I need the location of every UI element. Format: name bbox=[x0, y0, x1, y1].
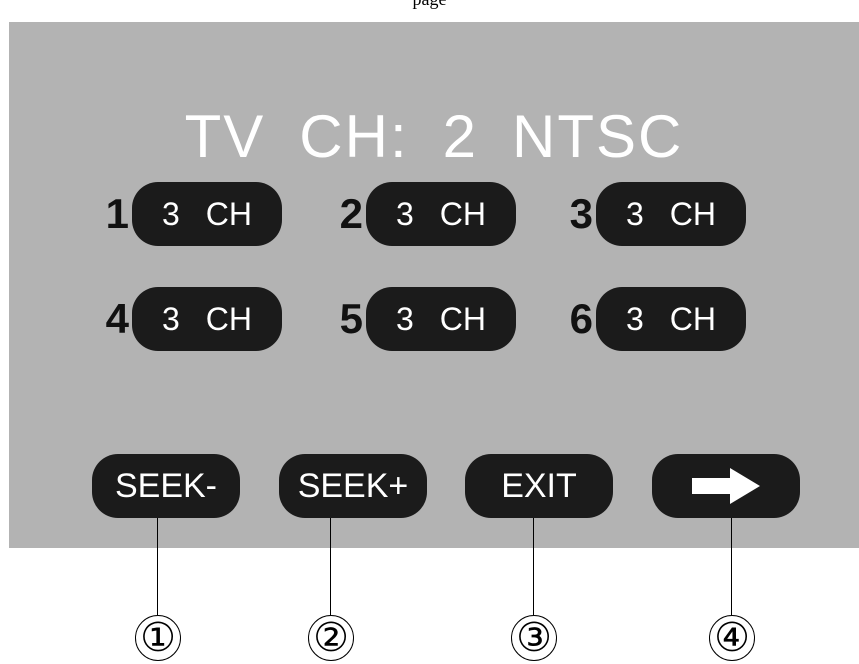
preset-number: 4 bbox=[105, 295, 129, 342]
callout-2: ② bbox=[308, 615, 354, 661]
preset-unit: CH bbox=[669, 300, 716, 337]
tv-screen: TV CH: 2 NTSC 1 3 CH 2 3 CH 3 3 CH 4 3 C… bbox=[9, 22, 859, 548]
preset-unit: CH bbox=[669, 195, 716, 232]
preset-button[interactable]: 3 CH bbox=[366, 287, 516, 351]
exit-button[interactable]: EXIT bbox=[465, 454, 613, 518]
preset-value: 3 bbox=[395, 300, 414, 337]
callout-number: ④ bbox=[714, 615, 750, 660]
preset-4[interactable]: 4 3 CH bbox=[101, 287, 282, 351]
preset-button[interactable]: 3 CH bbox=[132, 287, 282, 351]
preset-unit: CH bbox=[205, 195, 252, 232]
preset-button[interactable]: 3 CH bbox=[596, 182, 746, 246]
title-mode: TV bbox=[184, 103, 266, 170]
preset-button[interactable]: 3 CH bbox=[596, 287, 746, 351]
preset-1[interactable]: 1 3 CH bbox=[101, 182, 282, 246]
preset-value: 3 bbox=[161, 300, 180, 337]
title-standard: NTSC bbox=[512, 103, 684, 170]
channel-title: TV CH: 2 NTSC bbox=[9, 102, 859, 171]
preset-number: 6 bbox=[569, 295, 593, 342]
next-button[interactable] bbox=[652, 454, 800, 518]
callout-line-3 bbox=[533, 518, 534, 615]
preset-value: 3 bbox=[625, 300, 644, 337]
preset-3[interactable]: 3 3 CH bbox=[565, 182, 746, 246]
callout-number: ③ bbox=[516, 615, 552, 660]
seek-plus-button[interactable]: SEEK+ bbox=[279, 454, 427, 518]
callout-line-1 bbox=[157, 518, 158, 615]
callout-number: ① bbox=[140, 615, 176, 660]
callout-line-4 bbox=[731, 518, 732, 615]
callout-1: ① bbox=[135, 615, 181, 661]
callout-line-2 bbox=[330, 518, 331, 615]
preset-number: 3 bbox=[569, 190, 593, 237]
callout-number: ② bbox=[313, 615, 349, 660]
title-ch-label: CH: bbox=[299, 103, 409, 170]
preset-number: 2 bbox=[339, 190, 363, 237]
page-caption: page bbox=[0, 0, 859, 22]
preset-number: 5 bbox=[339, 295, 363, 342]
seek-minus-label: SEEK- bbox=[114, 466, 218, 505]
exit-label: EXIT bbox=[501, 466, 577, 505]
seek-minus-button[interactable]: SEEK- bbox=[92, 454, 240, 518]
preset-6[interactable]: 6 3 CH bbox=[565, 287, 746, 351]
callout-4: ④ bbox=[709, 615, 755, 661]
preset-button[interactable]: 3 CH bbox=[366, 182, 516, 246]
callout-3: ③ bbox=[511, 615, 557, 661]
preset-unit: CH bbox=[205, 300, 252, 337]
title-ch-number: 2 bbox=[442, 103, 479, 170]
preset-2[interactable]: 2 3 CH bbox=[335, 182, 516, 246]
preset-value: 3 bbox=[625, 195, 644, 232]
preset-value: 3 bbox=[395, 195, 414, 232]
preset-5[interactable]: 5 3 CH bbox=[335, 287, 516, 351]
seek-plus-label: SEEK+ bbox=[297, 466, 409, 505]
preset-value: 3 bbox=[161, 195, 180, 232]
preset-button[interactable]: 3 CH bbox=[132, 182, 282, 246]
right-arrow-icon bbox=[692, 468, 760, 504]
preset-unit: CH bbox=[439, 195, 486, 232]
preset-unit: CH bbox=[439, 300, 486, 337]
preset-number: 1 bbox=[105, 190, 129, 237]
